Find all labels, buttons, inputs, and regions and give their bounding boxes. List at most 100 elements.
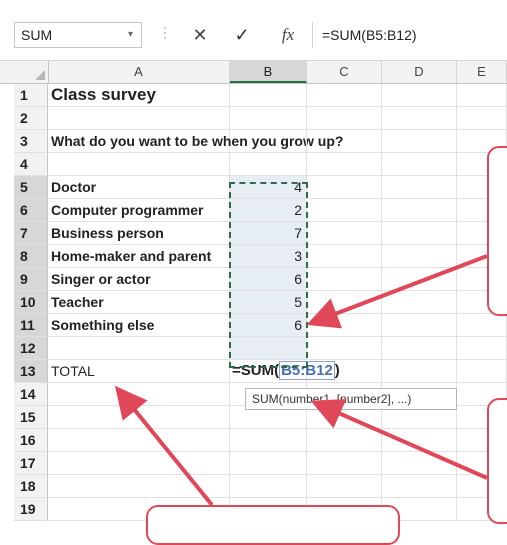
cell-b[interactable]: 6	[230, 268, 307, 291]
cell-e[interactable]	[457, 314, 507, 337]
cell-a[interactable]	[48, 383, 230, 406]
column-header-c[interactable]: C	[307, 61, 382, 83]
cell-b[interactable]	[230, 337, 307, 360]
cell-c[interactable]	[307, 337, 382, 360]
cell-a[interactable]: Something else	[48, 314, 230, 337]
cell-b[interactable]	[230, 84, 307, 107]
cell-a[interactable]: What do you want to be when you grow up?	[48, 130, 343, 153]
row-header[interactable]: 9	[14, 268, 48, 291]
chevron-down-icon[interactable]: ▾	[128, 23, 133, 47]
column-header-b[interactable]: B	[230, 61, 307, 83]
cell-c[interactable]	[307, 360, 382, 383]
row-header[interactable]: 12	[14, 337, 48, 360]
cell-b13-editing[interactable]: =SUM(B5:B12)	[230, 360, 340, 383]
row-header[interactable]: 15	[14, 406, 48, 429]
cell-d[interactable]	[382, 176, 457, 199]
cell-a[interactable]: Class survey	[48, 84, 230, 107]
cell-c[interactable]	[307, 199, 382, 222]
column-header-a[interactable]: A	[48, 61, 230, 83]
row-header[interactable]: 1	[14, 84, 48, 107]
cell-e[interactable]	[457, 107, 507, 130]
cell-e[interactable]	[457, 360, 507, 383]
cell-e[interactable]	[457, 337, 507, 360]
insert-function-icon[interactable]: fx	[276, 22, 300, 48]
cell-b[interactable]: 4	[230, 176, 307, 199]
cell-b[interactable]: 5	[230, 291, 307, 314]
cell-a[interactable]	[48, 337, 230, 360]
enter-check-icon[interactable]: ✓	[230, 22, 254, 48]
row-header[interactable]: 14	[14, 383, 48, 406]
cell-c[interactable]	[307, 130, 382, 153]
cell-c[interactable]	[307, 452, 382, 475]
cell-b[interactable]	[230, 130, 307, 153]
cell-d[interactable]	[382, 291, 457, 314]
cell-b[interactable]	[230, 107, 307, 130]
cancel-icon[interactable]: ✕	[188, 22, 212, 48]
cell-a[interactable]	[48, 452, 230, 475]
cell-c[interactable]	[307, 429, 382, 452]
cell-d[interactable]	[382, 475, 457, 498]
cell-a[interactable]	[48, 475, 230, 498]
cell-a[interactable]	[48, 107, 230, 130]
row-header[interactable]: 17	[14, 452, 48, 475]
cell-e[interactable]	[457, 84, 507, 107]
cell-d[interactable]	[382, 199, 457, 222]
row-header[interactable]: 2	[14, 107, 48, 130]
row-header[interactable]: 16	[14, 429, 48, 452]
cell-d[interactable]	[382, 153, 457, 176]
cell-c[interactable]	[307, 153, 382, 176]
cell-a[interactable]	[48, 153, 230, 176]
cell-a[interactable]: TOTAL	[48, 360, 230, 383]
row-header[interactable]: 13	[14, 360, 48, 383]
cell-d[interactable]	[382, 130, 457, 153]
cell-c[interactable]	[307, 245, 382, 268]
cell-d[interactable]	[382, 107, 457, 130]
cell-d[interactable]	[382, 314, 457, 337]
cell-c[interactable]	[307, 291, 382, 314]
cell-b[interactable]	[230, 475, 307, 498]
row-header[interactable]: 4	[14, 153, 48, 176]
cell-c[interactable]	[307, 84, 382, 107]
cell-a[interactable]: Computer programmer	[48, 199, 230, 222]
cell-d[interactable]	[382, 360, 457, 383]
cell-d[interactable]	[382, 429, 457, 452]
column-header-d[interactable]: D	[382, 61, 457, 83]
cell-c[interactable]	[307, 475, 382, 498]
cell-b[interactable]: 7	[230, 222, 307, 245]
cell-a[interactable]: Business person	[48, 222, 230, 245]
row-header[interactable]: 10	[14, 291, 48, 314]
cell-b[interactable]	[230, 429, 307, 452]
row-header[interactable]: 5	[14, 176, 48, 199]
cell-b[interactable]: 6	[230, 314, 307, 337]
cell-c[interactable]	[307, 107, 382, 130]
select-all-corner[interactable]	[14, 61, 49, 83]
name-box[interactable]: SUM ▾	[14, 22, 142, 48]
row-header[interactable]: 3	[14, 130, 48, 153]
cell-a[interactable]	[48, 429, 230, 452]
cell-b[interactable]: 3	[230, 245, 307, 268]
row-header[interactable]: 8	[14, 245, 48, 268]
cell-d[interactable]	[382, 337, 457, 360]
cell-c[interactable]	[307, 314, 382, 337]
row-header[interactable]: 18	[14, 475, 48, 498]
cell-d[interactable]	[382, 245, 457, 268]
cell-b[interactable]	[230, 153, 307, 176]
cell-d[interactable]	[382, 268, 457, 291]
cell-d[interactable]	[382, 452, 457, 475]
column-header-e[interactable]: E	[457, 61, 507, 83]
cell-d[interactable]	[382, 222, 457, 245]
cell-c[interactable]	[307, 176, 382, 199]
cell-a[interactable]: Doctor	[48, 176, 230, 199]
row-header[interactable]: 11	[14, 314, 48, 337]
row-header[interactable]: 7	[14, 222, 48, 245]
drag-handle-icon[interactable]: ⋮	[158, 24, 172, 41]
cell-d[interactable]	[382, 84, 457, 107]
cell-a[interactable]	[48, 406, 230, 429]
cell-b[interactable]	[230, 452, 307, 475]
cell-c[interactable]	[307, 222, 382, 245]
cell-b[interactable]: 2	[230, 199, 307, 222]
formula-input[interactable]: =SUM(B5:B12)	[322, 22, 507, 48]
cell-a[interactable]: Home-maker and parent	[48, 245, 230, 268]
cell-a[interactable]: Teacher	[48, 291, 230, 314]
cell-a[interactable]: Singer or actor	[48, 268, 230, 291]
